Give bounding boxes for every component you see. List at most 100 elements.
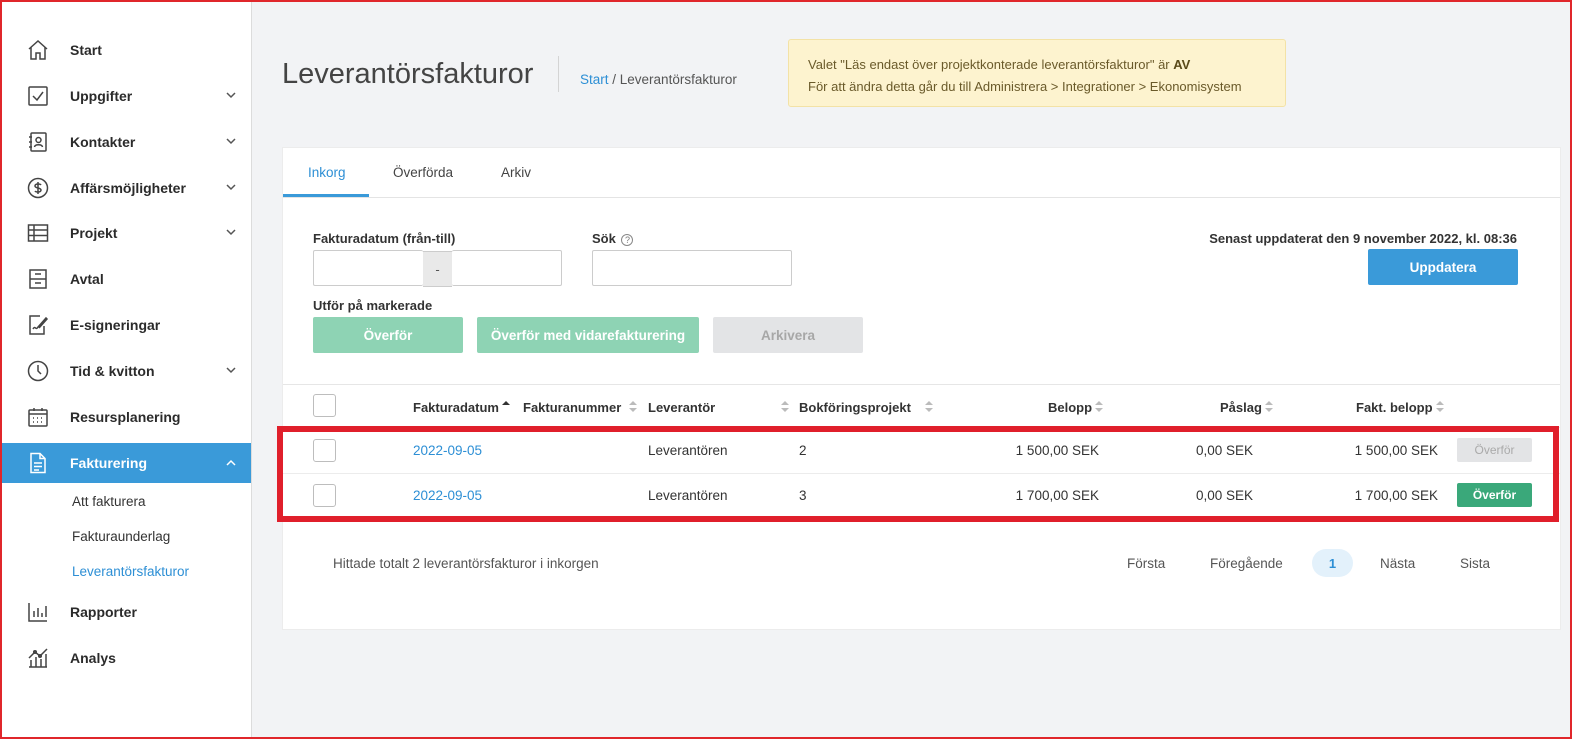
help-icon[interactable]: ? [621,234,634,246]
column-header-fakt-belopp[interactable]: Fakt. belopp [1356,400,1444,415]
column-header-fakturanummer[interactable]: Fakturanummer [523,400,638,415]
archive-button[interactable]: Arkivera [713,317,863,353]
document-icon [26,451,50,475]
sidebar-item-label: Projekt [70,225,118,241]
invoice-date-link[interactable]: 2022-09-05 [413,443,482,458]
row-checkbox[interactable] [313,439,336,462]
pagination-current-page[interactable]: 1 [1312,549,1353,577]
checkbox-icon [26,84,50,108]
pagination-next[interactable]: Nästa [1380,556,1415,571]
date-range-separator: - [423,251,452,287]
column-header-leverantor[interactable]: Leverantör [648,400,790,415]
tab-bar: Inkorg Överförda Arkiv [283,148,1560,198]
page-title: Leverantörsfakturor [282,58,534,90]
invoiced-amount: 1 700,00 SEK [1354,488,1438,503]
sort-ascending-icon [501,401,510,413]
table-divider [283,384,1560,385]
notice-line-2: För att ändra detta går du till Administ… [808,79,1242,94]
sidebar-item-avtal[interactable]: Avtal [2,261,251,297]
update-button[interactable]: Uppdatera [1368,249,1518,285]
sidebar-item-label: Uppgifter [70,88,133,104]
column-header-label: Fakt. belopp [1356,400,1433,415]
home-icon [26,38,50,62]
calendar-icon [26,405,50,429]
sort-icon [924,401,933,413]
results-summary: Hittade totalt 2 leverantörsfakturor i i… [333,556,599,571]
notice-text: Valet "Läs endast över projektkonterade … [808,57,1174,72]
sidebar-item-uppgifter[interactable]: Uppgifter [2,78,251,114]
date-from-input[interactable] [313,250,423,286]
sort-icon [781,401,790,413]
sidebar-item-tid-kvitton[interactable]: Tid & kvitton [2,353,251,389]
pagination-first[interactable]: Första [1127,556,1165,571]
row-transfer-button[interactable]: Överför [1457,438,1532,462]
pagination-previous[interactable]: Föregående [1210,556,1283,571]
search-label: Sök ? [592,231,634,246]
sidebar-subitem-fakturaunderlag[interactable]: Fakturaunderlag [72,529,170,544]
column-header-bokforingsprojekt[interactable]: Bokföringsprojekt [799,400,933,415]
analytics-icon [26,646,50,670]
row-divider [283,473,1560,474]
sidebar-item-label: Tid & kvitton [70,363,155,379]
column-header-label: Leverantör [648,400,716,415]
breadcrumb-start-link[interactable]: Start [580,72,609,87]
notice-banner: Valet "Läs endast över projektkonterade … [788,39,1286,107]
sidebar-subitem-att-fakturera[interactable]: Att fakturera [72,494,146,509]
chevron-down-icon [225,88,237,100]
invoiced-amount: 1 500,00 SEK [1354,443,1438,458]
active-tab-indicator [283,194,369,197]
column-header-fakturadatum[interactable]: Fakturadatum [413,400,510,415]
transfer-with-rebilling-button[interactable]: Överför med vidarefakturering [477,317,699,353]
chevron-up-icon [225,456,237,468]
chevron-down-icon [225,225,237,237]
tab-arkiv[interactable]: Arkiv [501,165,531,180]
column-header-label: Bokföringsprojekt [799,400,911,415]
sidebar-item-fakturering[interactable]: Fakturering [2,443,251,483]
markup: 0,00 SEK [1195,488,1253,503]
column-header-label: Fakturanummer [523,400,622,415]
amount: 1 500,00 SEK [1015,443,1099,458]
select-all-checkbox[interactable] [313,394,336,417]
sidebar-item-label: Affärsmöjligheter [70,180,186,196]
sidebar-item-label: Fakturering [70,455,148,471]
row-transfer-button[interactable]: Överför [1457,483,1532,507]
sidebar-item-resursplanering[interactable]: Resursplanering [2,399,251,435]
sidebar-item-affarsmojligheter[interactable]: Affärsmöjligheter [2,170,251,206]
breadcrumb: Start / Leverantörsfakturor [580,72,737,87]
search-input[interactable] [592,250,792,286]
breadcrumb-current: Leverantörsfakturor [619,72,737,87]
sidebar-subitem-leverantorsfakturor[interactable]: Leverantörsfakturor [72,564,189,579]
row-checkbox[interactable] [313,484,336,507]
sidebar-item-rapporter[interactable]: Rapporter [2,594,251,630]
transfer-button[interactable]: Överför [313,317,463,353]
invoice-card: Inkorg Överförda Arkiv Fakturadatum (frå… [282,147,1561,630]
sidebar-item-projekt[interactable]: Projekt [2,215,251,251]
sidebar-item-analys[interactable]: Analys [2,640,251,676]
invoice-date-link[interactable]: 2022-09-05 [413,488,482,503]
sidebar-item-start[interactable]: Start [2,32,251,68]
sidebar-item-label: Kontakter [70,134,136,150]
sidebar-item-kontakter[interactable]: Kontakter [2,124,251,160]
tab-overforda[interactable]: Överförda [393,165,453,180]
column-header-belopp[interactable]: Belopp [1048,400,1104,415]
date-to-input[interactable] [452,250,562,286]
contacts-icon [26,130,50,154]
tab-inkorg[interactable]: Inkorg [308,165,346,180]
sort-icon [629,401,638,413]
column-header-label: Belopp [1048,400,1093,415]
column-header-label: Fakturadatum [413,400,499,415]
title-divider [558,56,559,92]
column-header-paslag[interactable]: Påslag [1220,400,1273,415]
sidebar-item-label: Rapporter [70,604,137,620]
sort-icon [1095,401,1104,413]
sidebar-item-label: E-signeringar [70,317,161,333]
sidebar-item-esigneringar[interactable]: E-signeringar [2,307,251,343]
chevron-down-icon [225,363,237,375]
markup: 0,00 SEK [1195,443,1253,458]
bulk-actions-label: Utför på markerade [313,298,433,313]
contract-icon [26,267,50,291]
sidebar-item-label: Resursplanering [70,409,181,425]
signature-icon [26,313,50,337]
pagination-last[interactable]: Sista [1460,556,1490,571]
bar-chart-icon [26,600,50,624]
